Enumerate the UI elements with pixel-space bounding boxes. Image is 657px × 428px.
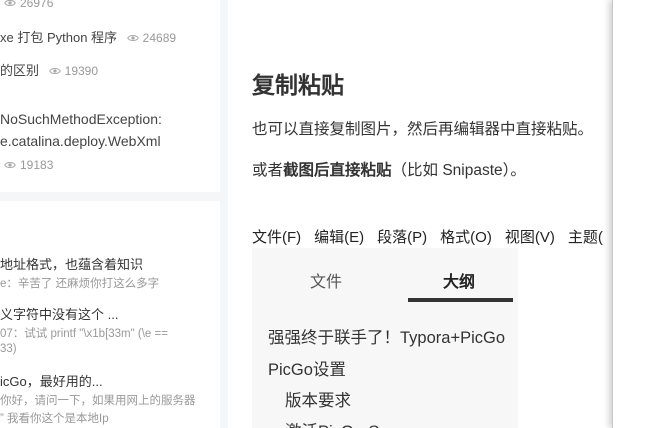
eye-icon xyxy=(4,161,16,169)
popular-post-item[interactable]: 的区别 19390 xyxy=(0,60,98,79)
comment-post-title[interactable]: icGo，最好用的... xyxy=(0,371,103,390)
view-count: 19183 xyxy=(4,158,53,172)
paragraph-text: 或者 xyxy=(252,162,284,179)
list-item: 19183 xyxy=(4,157,53,172)
active-tab-indicator xyxy=(408,298,513,302)
bold-text: 截图后直接粘贴 xyxy=(283,162,392,179)
popular-post-title-line1[interactable]: NoSuchMethodException: xyxy=(0,111,162,127)
post-title[interactable]: xe 打包 Python 程序 xyxy=(0,30,117,45)
comment-post-title[interactable]: 义字符中没有这个 ... xyxy=(0,304,118,323)
section-heading: 复制粘贴 xyxy=(252,72,344,98)
comment-text-line2: 33) xyxy=(0,343,17,355)
view-count: 19390 xyxy=(48,64,98,78)
overlay-panel-edge xyxy=(612,0,657,428)
tab-outline: 大纲 xyxy=(443,274,476,291)
view-count: 26976 xyxy=(4,0,53,10)
paragraph: 或者截图后直接粘贴（比如 Snipaste）。 xyxy=(252,158,526,180)
eye-icon xyxy=(126,34,139,42)
post-title[interactable]: 的区别 xyxy=(0,63,39,78)
menu-edit: 编辑(E) xyxy=(314,229,365,246)
comment-text: e：辛苦了 还麻烦你打这么多字 xyxy=(0,278,160,290)
menu-view: 视图(V) xyxy=(504,229,555,246)
popular-posts-card: 26976 xe 打包 Python 程序 24689 的区别 19390 No… xyxy=(0,0,220,192)
menu-paragraph: 段落(P) xyxy=(377,229,428,246)
eye-icon xyxy=(4,0,16,7)
tab-files: 文件 xyxy=(310,274,343,291)
article-content: 复制粘贴 也可以直接复制图片，然后再编辑器中直接粘贴。 或者截图后直接粘贴（比如… xyxy=(228,0,612,428)
menu-file: 文件(F) xyxy=(252,229,302,246)
popular-post-title-line2[interactable]: e.catalina.deploy.WebXml xyxy=(0,133,161,149)
list-item: 26976 xyxy=(4,0,53,10)
menu-format: 格式(O) xyxy=(440,229,492,246)
paragraph-text: （比如 Snipaste）。 xyxy=(391,162,526,179)
comment-post-title[interactable]: 地址格式，也蕴含着知识 xyxy=(0,254,143,273)
comment-text: 你好，请问一下，如果用网上的服务器 xyxy=(0,395,196,407)
eye-icon xyxy=(48,67,61,75)
outline-item: 强强终于联手了！Typora+PicGo xyxy=(268,329,506,347)
outline-item: 激活PicGo-Server xyxy=(285,418,417,428)
comment-text: 07：试试 printf "\x1b[33m" (\e == xyxy=(0,328,168,340)
typora-outline-pane: 文件 大纲 强强终于联手了！Typora+PicGo PicGo设置 版本要求 … xyxy=(252,248,518,428)
view-count: 24689 xyxy=(126,31,176,45)
comment-text-line2: ” 我看你这个是本地Ip xyxy=(0,413,109,425)
popular-post-item[interactable]: xe 打包 Python 程序 24689 xyxy=(0,27,176,46)
menu-theme: 主题( xyxy=(567,229,603,246)
recent-comments-card: 地址格式，也蕴含着知识 e：辛苦了 还麻烦你打这么多字 义字符中没有这个 ...… xyxy=(0,201,220,428)
outline-item: PicGo设置 xyxy=(268,361,346,379)
outline-item: 版本要求 xyxy=(285,392,351,410)
typora-menubar: 文件(F) 编辑(E) 段落(P) 格式(O) 视图(V) 主题( xyxy=(252,226,612,247)
paragraph: 也可以直接复制图片，然后再编辑器中直接粘贴。 xyxy=(252,121,594,138)
